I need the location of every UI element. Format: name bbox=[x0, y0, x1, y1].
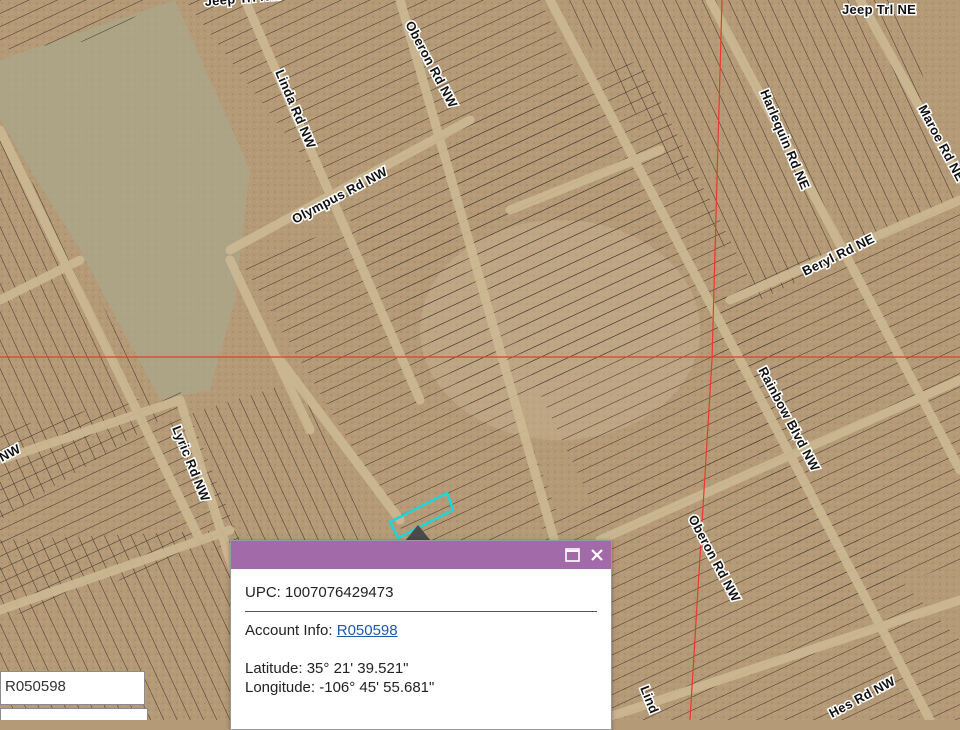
longitude-text: Longitude: -106° 45' 55.681" bbox=[245, 679, 435, 696]
coordinates: Latitude: 35° 21' 39.521" Longitude: -10… bbox=[245, 659, 597, 697]
account-info-link[interactable]: R050598 bbox=[337, 622, 398, 639]
latitude-text: Latitude: 35° 21' 39.521" bbox=[245, 660, 409, 677]
account-info-row: Account Info: R050598 bbox=[245, 621, 597, 640]
popup-pointer bbox=[405, 525, 431, 541]
account-info-label: Account Info: bbox=[245, 622, 337, 639]
upc-text: UPC: 1007076429473 bbox=[245, 583, 597, 612]
secondary-input[interactable] bbox=[0, 708, 148, 720]
road-label-jeep-trl-ne: Jeep Trl NE bbox=[842, 2, 916, 17]
close-icon[interactable] bbox=[587, 545, 607, 565]
parcel-search-input[interactable]: R050598 bbox=[0, 671, 145, 705]
maximize-icon[interactable] bbox=[563, 545, 583, 565]
identify-popup: UPC: 1007076429473 Account Info: R050598… bbox=[230, 540, 612, 730]
popup-header bbox=[231, 541, 611, 569]
popup-body: UPC: 1007076429473 Account Info: R050598… bbox=[231, 569, 611, 697]
